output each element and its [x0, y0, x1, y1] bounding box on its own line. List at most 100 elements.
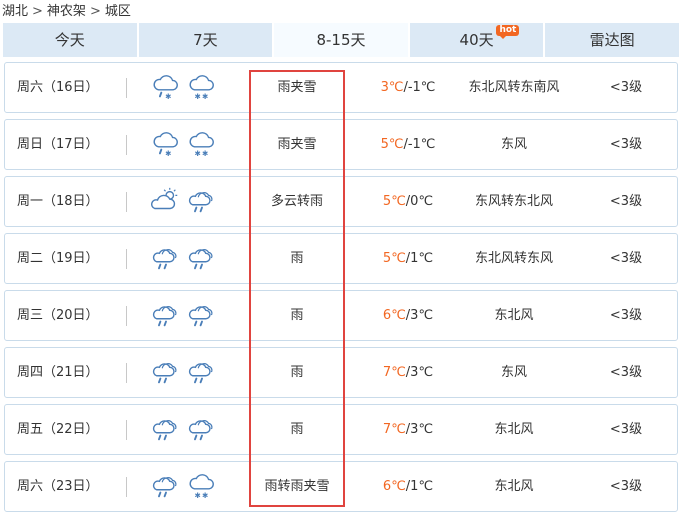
temp-low: /-1℃ [403, 80, 436, 95]
forecast-row: 周六（16日） ✱ ✱ ✱ 雨夹雪 3℃/-1℃ 东北风转东南风 <3级 [4, 62, 678, 113]
snow-icon: ✱ ✱ [187, 129, 217, 161]
temp-high: 5℃ [380, 137, 404, 152]
breadcrumb-province[interactable]: 湖北 [2, 3, 28, 21]
forecast-row: 周三（20日） 雨 6℃/3℃ 东北风 <3级 [4, 290, 678, 341]
temperature: 5℃/1℃ [363, 234, 453, 283]
weather-desc: 雨 [290, 251, 304, 266]
temp-low: /1℃ [405, 251, 434, 266]
temp-low: /3℃ [405, 422, 434, 437]
forecast-row: 周二（19日） 雨 5℃/1℃ 东北风转东风 <3级 [4, 233, 678, 284]
forecast-row: 周六（23日） ✱ ✱ 雨转雨夹雪 6℃/1℃ 东北风 <3级 [4, 461, 678, 512]
day-date: 周四（21日） [17, 365, 99, 380]
row-divider [126, 477, 127, 497]
breadcrumb-region[interactable]: 神农架 [47, 3, 86, 21]
rain-icon [151, 414, 181, 446]
weather-desc: 雨 [290, 422, 304, 437]
rain-snow-icon: ✱ [151, 129, 181, 161]
wind-direction: 东风转东北风 [474, 194, 553, 209]
day-date: 周五（22日） [17, 422, 99, 437]
temp-high: 5℃ [382, 194, 406, 209]
wind-level: <3级 [609, 251, 643, 266]
temperature: 3℃/-1℃ [363, 63, 453, 112]
temp-low: /0℃ [405, 194, 434, 209]
svg-text:✱: ✱ [195, 149, 201, 158]
tab-label: 40天 [459, 31, 494, 49]
weather-icons: ✱ ✱ ✱ [151, 72, 223, 104]
temp-low: /3℃ [405, 365, 434, 380]
temp-low: /3℃ [405, 308, 434, 323]
rain-icon [151, 471, 181, 503]
day-date: 周六（23日） [17, 479, 99, 494]
tab-8-15-days[interactable]: 8-15天 [274, 23, 410, 57]
weather-icons [151, 300, 223, 332]
wind-level: <3级 [609, 308, 643, 323]
svg-text:✱: ✱ [202, 92, 208, 101]
row-divider [126, 306, 127, 326]
forecast-list: 周六（16日） ✱ ✱ ✱ 雨夹雪 3℃/-1℃ 东北风转东南风 <3级 周日（17日） ✱ ✱ ✱ 雨… [4, 62, 680, 518]
temperature: 5℃/-1℃ [363, 120, 453, 169]
row-divider [126, 192, 127, 212]
row-divider [126, 420, 127, 440]
svg-text:✱: ✱ [195, 92, 201, 101]
forecast-tabs: 今天 7天 8-15天 40天 hot 雷达图 [3, 23, 679, 57]
weather-desc: 多云转雨 [270, 194, 323, 209]
day-date: 周三（20日） [17, 308, 99, 323]
tab-label: 雷达图 [589, 31, 635, 49]
breadcrumb-separator: > [89, 4, 101, 19]
rain-icon [151, 357, 181, 389]
snow-icon: ✱ ✱ [187, 471, 217, 503]
weather-icons: ✱ ✱ [151, 471, 223, 503]
temperature: 7℃/3℃ [363, 348, 453, 397]
forecast-row: 周日（17日） ✱ ✱ ✱ 雨夹雪 5℃/-1℃ 东风 <3级 [4, 119, 678, 170]
day-date: 周一（18日） [17, 194, 99, 209]
rain-icon [151, 243, 181, 275]
weather-desc: 雨转雨夹雪 [264, 479, 330, 494]
wind-level: <3级 [609, 137, 643, 152]
temperature: 6℃/1℃ [363, 462, 453, 511]
tab-7-days[interactable]: 7天 [138, 23, 275, 57]
rain-icon [187, 243, 217, 275]
wind-direction: 东北风转东南风 [468, 80, 560, 95]
wind-level: <3级 [609, 422, 643, 437]
rain-snow-icon: ✱ [151, 72, 181, 104]
weather-desc: 雨夹雪 [277, 80, 317, 95]
temperature: 6℃/3℃ [363, 291, 453, 340]
svg-text:✱: ✱ [202, 491, 208, 500]
wind-direction: 东北风转东风 [474, 251, 553, 266]
svg-text:✱: ✱ [165, 92, 171, 101]
tab-radar[interactable]: 雷达图 [545, 23, 679, 57]
temp-low: /1℃ [405, 479, 434, 494]
weather-desc: 雨夹雪 [277, 137, 317, 152]
tab-label: 8-15天 [316, 31, 366, 49]
breadcrumb: 湖北 > 神农架 > 城区 [2, 3, 131, 21]
row-divider [126, 78, 127, 98]
rain-icon [151, 300, 181, 332]
partly-cloudy-icon [151, 186, 181, 218]
forecast-row: 周一（18日） 多云转雨 5℃/0℃ 东风转东北风 <3级 [4, 176, 678, 227]
svg-text:✱: ✱ [165, 149, 171, 158]
day-date: 周六（16日） [17, 80, 99, 95]
weather-desc: 雨 [290, 365, 304, 380]
wind-direction: 东北风 [494, 308, 534, 323]
temp-high: 7℃ [382, 422, 406, 437]
weather-desc: 雨 [290, 308, 304, 323]
wind-level: <3级 [609, 194, 643, 209]
temperature: 5℃/0℃ [363, 177, 453, 226]
tab-today[interactable]: 今天 [3, 23, 139, 57]
temp-high: 5℃ [382, 251, 406, 266]
rain-icon [187, 186, 217, 218]
tab-40-days[interactable]: 40天 hot [409, 23, 546, 57]
row-divider [126, 249, 127, 269]
forecast-row: 周四（21日） 雨 7℃/3℃ 东风 <3级 [4, 347, 678, 398]
rain-icon [187, 414, 217, 446]
hot-badge: hot [496, 25, 520, 39]
tab-label: 7天 [193, 31, 218, 49]
breadcrumb-separator: > [32, 4, 43, 19]
wind-level: <3级 [609, 365, 643, 380]
row-divider [126, 363, 127, 383]
forecast-row: 周五（22日） 雨 7℃/3℃ 东北风 <3级 [4, 404, 678, 455]
tab-label: 今天 [54, 31, 85, 49]
wind-level: <3级 [609, 479, 643, 494]
wind-direction: 东北风 [494, 479, 534, 494]
temp-high: 6℃ [382, 308, 406, 323]
